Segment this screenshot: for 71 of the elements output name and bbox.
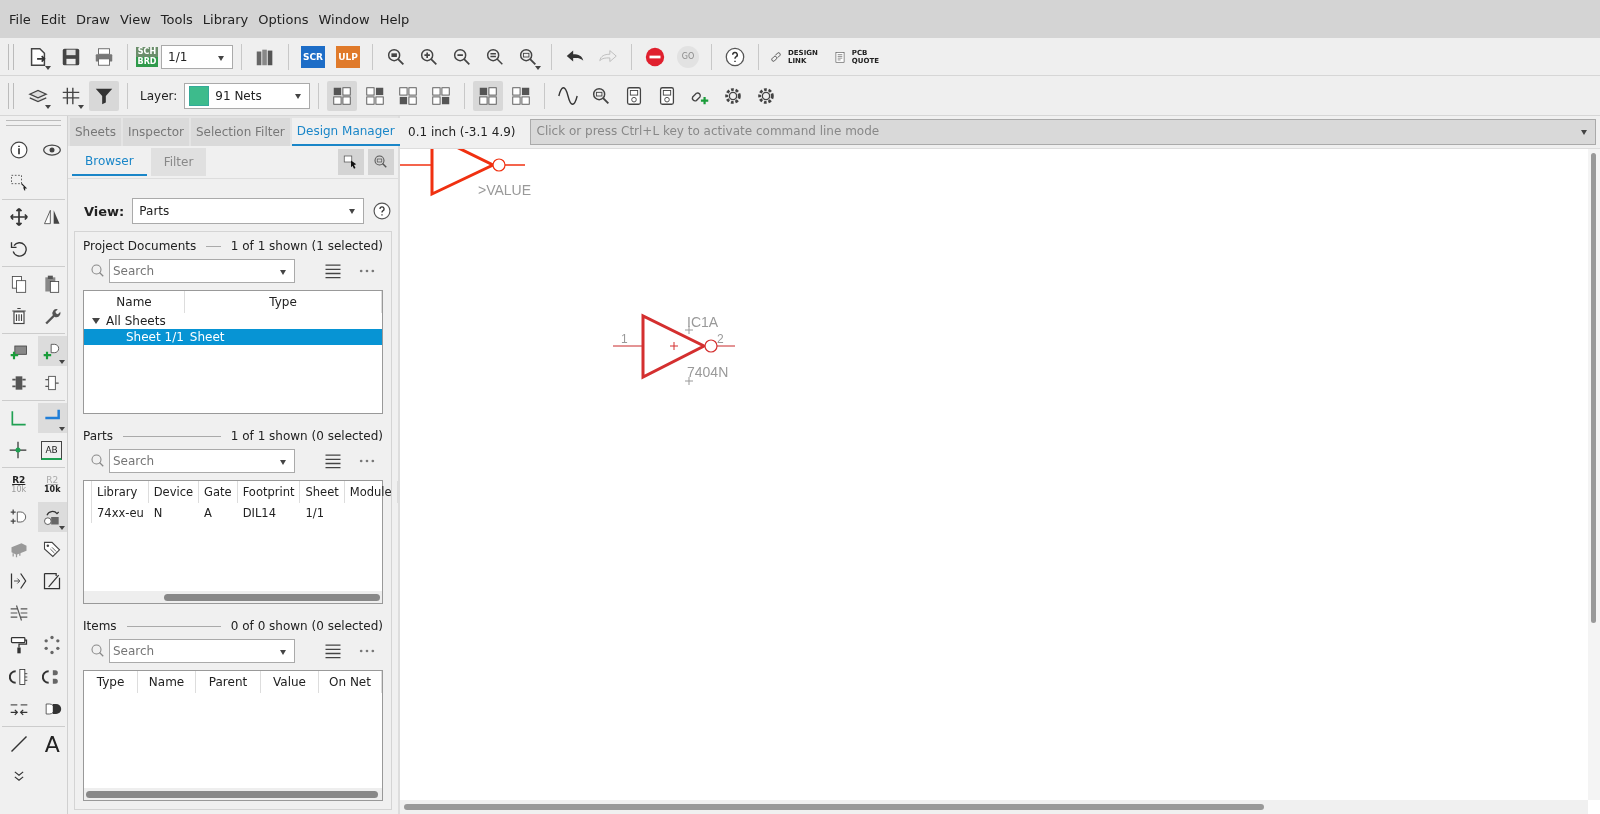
sheet-type: Sheet bbox=[189, 330, 225, 344]
layer-label: Layer: bbox=[140, 88, 178, 103]
sheet-name: Sheet 1/1 bbox=[126, 330, 184, 344]
coordinate-readout: 0.1 inch (-3.1 4.9) bbox=[408, 125, 516, 139]
table-cell-text: 1/1 bbox=[304, 505, 325, 522]
column-header[interactable]: On Net bbox=[319, 671, 382, 693]
panel-tab[interactable]: Design Manager bbox=[291, 118, 400, 146]
part-value-label: 7404N bbox=[687, 364, 729, 380]
part-name-label: IC1A bbox=[687, 314, 719, 330]
search-field[interactable]: Search bbox=[110, 450, 294, 472]
scrollbar-thumb[interactable] bbox=[1591, 153, 1596, 623]
grid-view-icon[interactable] bbox=[473, 80, 504, 111]
menu-item[interactable]: Library bbox=[197, 11, 254, 27]
table-cell-text: DIL14 bbox=[241, 505, 277, 522]
column-header[interactable]: Module bbox=[344, 481, 398, 503]
section-count: 1 of 1 shown (1 selected) bbox=[230, 239, 383, 253]
grid-view-icon[interactable] bbox=[327, 80, 358, 111]
menu-item[interactable]: File bbox=[4, 11, 36, 27]
column-header[interactable]: Gate bbox=[199, 481, 238, 503]
replace-icon[interactable] bbox=[37, 502, 67, 532]
help-icon[interactable] bbox=[372, 201, 392, 221]
column-header[interactable]: Device bbox=[148, 481, 200, 503]
column-header[interactable]: Footprint bbox=[237, 481, 301, 503]
scrollbar-thumb[interactable] bbox=[404, 804, 1264, 810]
menu-item[interactable]: View bbox=[114, 11, 156, 27]
filter-icon[interactable] bbox=[89, 80, 119, 111]
pin-number: 1 bbox=[621, 332, 628, 346]
menu-item[interactable]: Edit bbox=[35, 11, 71, 27]
resistor-name-button[interactable]: R2 10k bbox=[4, 476, 34, 494]
add-gate-icon[interactable] bbox=[37, 336, 67, 366]
table-cell-text: 74xx-eu bbox=[96, 505, 145, 522]
sheet-dropdown[interactable]: 1/1 bbox=[161, 44, 233, 69]
pin-number: 2 bbox=[717, 332, 724, 346]
search-field[interactable]: Search bbox=[110, 640, 294, 662]
menu-item[interactable]: Options bbox=[253, 11, 314, 27]
section-title: Parts bbox=[83, 429, 113, 443]
column-header[interactable]: Value bbox=[261, 671, 319, 693]
tree-item[interactable]: All Sheets bbox=[106, 314, 166, 328]
column-header[interactable]: Library bbox=[92, 481, 149, 503]
browser-tab[interactable]: Browser bbox=[72, 148, 147, 176]
scrollbar-thumb[interactable] bbox=[164, 593, 380, 601]
column-header[interactable]: Name bbox=[138, 671, 196, 693]
origin-mark-icon bbox=[684, 376, 694, 386]
column-header[interactable]: Name bbox=[84, 291, 185, 313]
layer-dropdown[interactable]: 91 Nets bbox=[184, 82, 311, 109]
origin-mark-icon bbox=[684, 325, 694, 335]
inverter-symbol[interactable] bbox=[612, 313, 736, 380]
view-dropdown[interactable]: Parts bbox=[132, 198, 364, 224]
column-header[interactable]: Type bbox=[185, 291, 382, 313]
search-field[interactable]: Search bbox=[110, 260, 294, 282]
menu-item[interactable]: Help bbox=[374, 11, 415, 27]
table-cell-text: A bbox=[203, 505, 213, 522]
value-label: >VALUE bbox=[478, 182, 532, 198]
scrollbar-thumb[interactable] bbox=[86, 790, 378, 798]
section-count: 1 of 1 shown (0 selected) bbox=[230, 429, 383, 443]
table-cell-text: N bbox=[152, 505, 164, 522]
column-header[interactable]: Type bbox=[84, 671, 138, 693]
column-header[interactable]: Sheet bbox=[300, 481, 345, 503]
bus-icon[interactable] bbox=[37, 403, 67, 433]
menu-item[interactable]: Tools bbox=[155, 11, 198, 27]
menu-item[interactable]: Draw bbox=[70, 11, 115, 27]
menu-item[interactable]: Window bbox=[313, 11, 375, 27]
column-header[interactable]: Parent bbox=[196, 671, 261, 693]
label-tool-button[interactable]: AB bbox=[41, 440, 62, 460]
section-title: Items bbox=[83, 619, 117, 633]
section-title: Project Documents bbox=[83, 239, 197, 253]
resistor-value-button[interactable]: R2 10k bbox=[37, 476, 67, 494]
view-label: View: bbox=[84, 203, 125, 219]
scr-button[interactable]: SCR bbox=[301, 45, 325, 68]
text-tool-button[interactable]: A bbox=[37, 731, 67, 757]
section-count: 0 of 0 shown (0 selected) bbox=[230, 619, 383, 633]
